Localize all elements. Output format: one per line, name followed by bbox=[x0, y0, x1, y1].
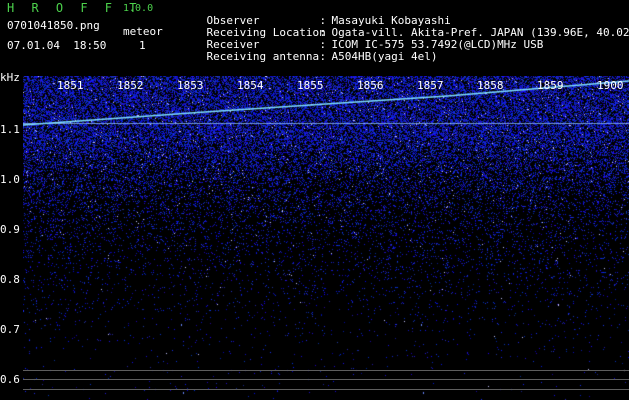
x-tick-label: 1851 bbox=[57, 79, 84, 92]
x-tick-label: 1853 bbox=[177, 79, 204, 92]
y-tick-label: 0.7 bbox=[0, 323, 20, 336]
y-tick-label: 1.1 bbox=[0, 123, 20, 136]
reference-line bbox=[23, 379, 629, 380]
meteor-label: meteor bbox=[123, 25, 163, 38]
y-tick-label: 1.0 bbox=[0, 173, 20, 186]
x-tick-label: 1855 bbox=[297, 79, 324, 92]
reference-line bbox=[23, 389, 629, 390]
spectrogram-window: H R O F F T 1.0.0 0701041850.png 07.01.0… bbox=[0, 0, 629, 400]
meteor-count: 1 bbox=[139, 39, 146, 52]
reference-line bbox=[23, 370, 629, 371]
x-tick-label: 1859 bbox=[537, 79, 564, 92]
info-value: A504HB(yagi 4el) bbox=[331, 50, 438, 63]
info-separator: : bbox=[319, 50, 333, 63]
x-tick-label: 1852 bbox=[117, 79, 144, 92]
spectrogram-canvas bbox=[23, 76, 629, 400]
x-tick-label: 1856 bbox=[357, 79, 384, 92]
x-tick-label: 1854 bbox=[237, 79, 264, 92]
x-tick-label: 1858 bbox=[477, 79, 504, 92]
y-tick-label: 0.8 bbox=[0, 273, 20, 286]
x-tick-label: 1857 bbox=[417, 79, 444, 92]
app-version: 1.0.0 bbox=[123, 3, 154, 14]
y-tick-label: 0.6 bbox=[0, 373, 20, 386]
x-tick-label: 1900 bbox=[597, 79, 624, 92]
app-name: H R O F F T bbox=[7, 1, 142, 15]
y-tick-label: 0.9 bbox=[0, 223, 20, 236]
capture-datetime: 07.01.04 18:50 bbox=[7, 39, 107, 52]
info-row-antenna: Receiving antenna: A504HB(yagi 4el) bbox=[180, 40, 438, 73]
info-key: Receiving antenna bbox=[206, 50, 320, 63]
file-name: 0701041850.png bbox=[7, 19, 100, 32]
y-axis-unit: kHz bbox=[0, 71, 20, 84]
